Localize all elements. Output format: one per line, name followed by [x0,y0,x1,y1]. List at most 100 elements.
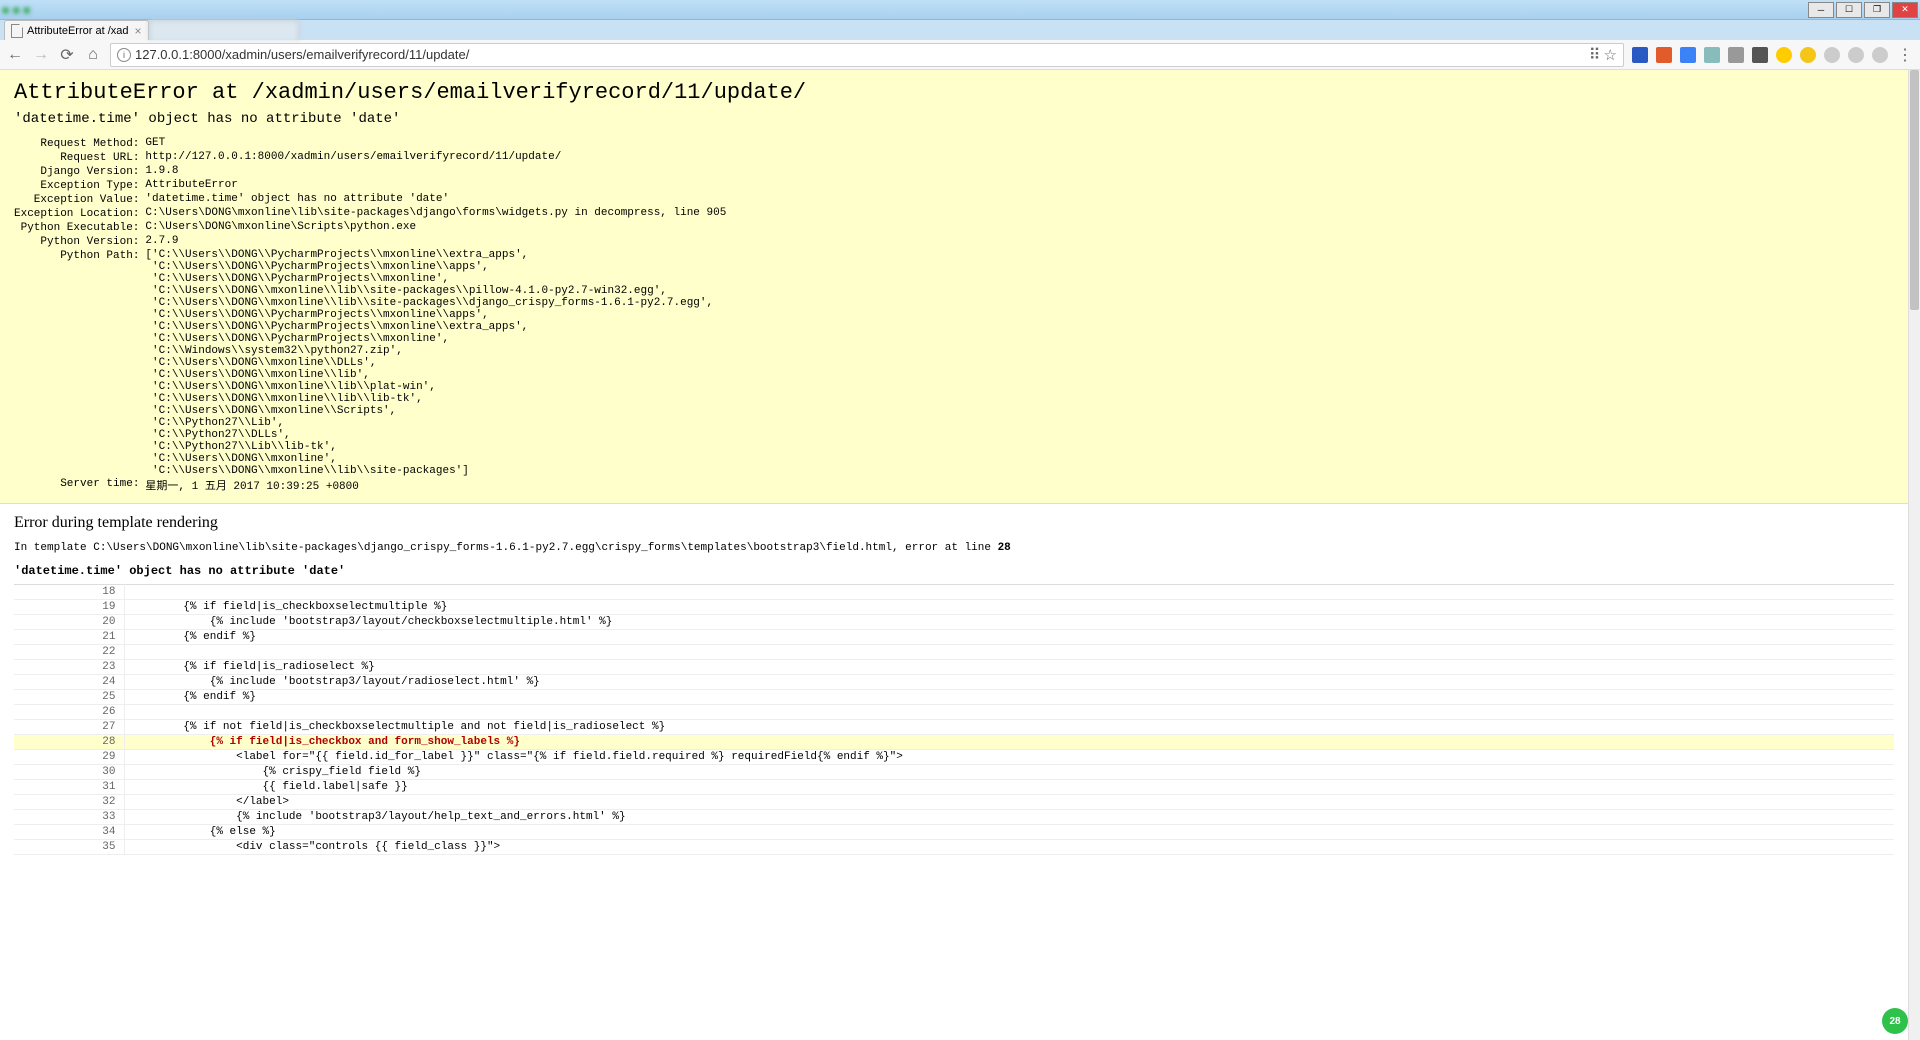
extension-icon[interactable] [1848,47,1864,63]
bookmark-star-icon[interactable]: ☆ [1604,46,1617,64]
meta-value: AttributeError [145,179,726,193]
forward-button[interactable]: → [32,46,50,64]
extension-icon[interactable] [1704,47,1720,63]
window-restore-button[interactable]: ❐ [1864,2,1890,18]
browser-tab-strip: AttributeError at /xad × [0,20,1920,40]
source-line: 23 {% if field|is_radioselect %} [14,660,1894,675]
source-line: 18 [14,585,1894,600]
source-line: 29 <label for="{{ field.id_for_label }}"… [14,750,1894,765]
meta-label: Python Version: [14,235,145,249]
line-code: {% if field|is_radioselect %} [124,660,1894,675]
meta-value: 'datetime.time' object has no attribute … [145,193,726,207]
line-number: 21 [14,630,124,645]
line-number: 31 [14,780,124,795]
meta-value: C:\Users\DONG\mxonline\Scripts\python.ex… [145,221,726,235]
extension-icon[interactable] [1872,47,1888,63]
line-number: 32 [14,795,124,810]
line-number: 29 [14,750,124,765]
source-line: 33 {% include 'bootstrap3/layout/help_te… [14,810,1894,825]
meta-label: Django Version: [14,165,145,179]
line-code: {% crispy_field field %} [124,765,1894,780]
meta-value: GET [145,137,726,151]
line-code: {{ field.label|safe }} [124,780,1894,795]
browser-tab-inactive[interactable] [149,20,299,40]
browser-tab-active[interactable]: AttributeError at /xad × [4,20,149,40]
line-code: {% if field|is_checkbox and form_show_la… [124,735,1894,750]
line-number: 22 [14,645,124,660]
source-line: 34 {% else %} [14,825,1894,840]
extension-icon[interactable] [1680,47,1696,63]
browser-menu-icon[interactable]: ⋮ [1896,45,1914,65]
browser-toolbar: ← → ⟳ ⌂ i 127.0.0.1:8000/xadmin/users/em… [0,40,1920,70]
home-button[interactable]: ⌂ [84,46,102,64]
line-number: 26 [14,705,124,720]
line-number: 34 [14,825,124,840]
template-source-table: 1819 {% if field|is_checkboxselectmultip… [14,584,1894,855]
site-info-icon[interactable]: i [117,48,131,62]
meta-value: 1.9.8 [145,165,726,179]
template-error-heading: Error during template rendering [14,514,1894,532]
meta-value: 星期一, 1 五月 2017 10:39:25 +0800 [145,477,726,493]
scrollbar-thumb[interactable] [1910,70,1919,310]
error-meta-table: Request Method:GET Request URL:http://12… [14,137,726,493]
extension-icon[interactable] [1728,47,1744,63]
tab-title: AttributeError at /xad [27,25,129,37]
source-line: 30 {% crispy_field field %} [14,765,1894,780]
source-line: 35 <div class="controls {{ field_class }… [14,840,1894,855]
template-error-section: Error during template rendering In templ… [0,504,1908,855]
line-code: {% include 'bootstrap3/layout/radioselec… [124,675,1894,690]
meta-label: Request URL: [14,151,145,165]
error-summary: AttributeError at /xadmin/users/emailver… [0,70,1908,504]
extension-icon[interactable] [1824,47,1840,63]
source-line: 21 {% endif %} [14,630,1894,645]
source-line: 32 </label> [14,795,1894,810]
extension-icon[interactable] [1632,47,1648,63]
source-line: 22 [14,645,1894,660]
line-number: 33 [14,810,124,825]
line-number: 23 [14,660,124,675]
line-code: {% endif %} [124,630,1894,645]
page-favicon-icon [11,24,23,38]
line-number: 19 [14,600,124,615]
meta-label: Server time: [14,477,145,493]
back-button[interactable]: ← [6,46,24,64]
line-number: 27 [14,720,124,735]
scrollbar-track[interactable] [1908,70,1920,1040]
source-line: 20 {% include 'bootstrap3/layout/checkbo… [14,615,1894,630]
line-number: 25 [14,690,124,705]
reload-button[interactable]: ⟳ [58,45,76,65]
extension-icon[interactable] [1776,47,1792,63]
source-line: 25 {% endif %} [14,690,1894,705]
line-code: </label> [124,795,1894,810]
error-title: AttributeError at /xadmin/users/emailver… [14,80,1894,105]
line-number: 24 [14,675,124,690]
error-exception-value: 'datetime.time' object has no attribute … [14,111,1894,127]
extension-icon[interactable] [1752,47,1768,63]
translate-icon[interactable]: ⠿ [1586,45,1604,65]
window-minimize-button[interactable]: ─ [1808,2,1834,18]
line-code: {% if field|is_checkboxselectmultiple %} [124,600,1894,615]
line-code: {% endif %} [124,690,1894,705]
line-code: {% if not field|is_checkboxselectmultipl… [124,720,1894,735]
line-number: 28 [14,735,124,750]
floating-badge[interactable]: 28 [1882,1008,1908,1034]
address-bar[interactable]: i 127.0.0.1:8000/xadmin/users/emailverif… [110,43,1624,67]
meta-label: Exception Location: [14,207,145,221]
meta-value: 2.7.9 [145,235,726,249]
line-code: <div class="controls {{ field_class }}"> [124,840,1894,855]
line-code: {% include 'bootstrap3/layout/help_text_… [124,810,1894,825]
meta-label: Request Method: [14,137,145,151]
source-line: 24 {% include 'bootstrap3/layout/radiose… [14,675,1894,690]
line-number: 20 [14,615,124,630]
tab-close-icon[interactable]: × [135,24,142,38]
extension-icon[interactable] [1800,47,1816,63]
meta-label: Python Executable: [14,221,145,235]
source-line: 26 [14,705,1894,720]
extension-icons: ⋮ [1632,45,1914,65]
meta-value: ['C:\\Users\\DONG\\PycharmProjects\\mxon… [145,249,726,477]
window-maximize-button[interactable]: ☐ [1836,2,1862,18]
meta-value: http://127.0.0.1:8000/xadmin/users/email… [145,151,726,165]
extension-icon[interactable] [1656,47,1672,63]
window-close-button[interactable]: ✕ [1892,2,1918,18]
os-titlebar: ■ ■ ■ ─ ☐ ❐ ✕ [0,0,1920,20]
